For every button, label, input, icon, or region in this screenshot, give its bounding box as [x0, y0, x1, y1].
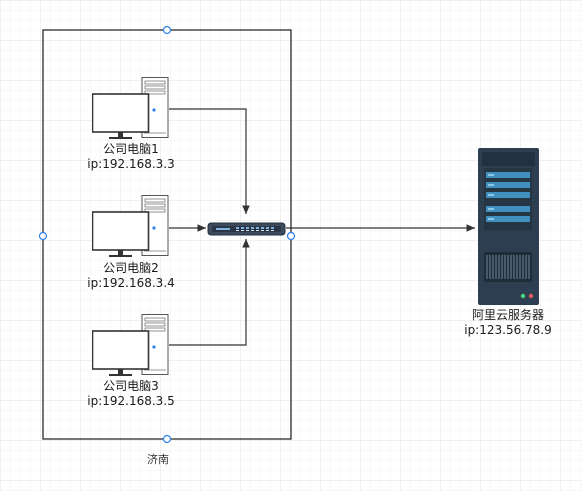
- network-switch-icon: [207, 222, 286, 236]
- server-label: 阿里云服务器 ip:123.56.78.9: [443, 308, 573, 338]
- switch-node[interactable]: [207, 222, 286, 236]
- server-ip: ip:123.56.78.9: [464, 323, 552, 337]
- computer-label-3: 公司电脑3 ip:192.168.3.5: [66, 379, 196, 409]
- computer-ip-2: ip:192.168.3.4: [87, 276, 175, 290]
- computer-label-1: 公司电脑1 ip:192.168.3.3: [66, 142, 196, 172]
- diagram-canvas: [0, 0, 582, 491]
- container-handle-top[interactable]: [162, 25, 172, 35]
- server-name: 阿里云服务器: [471, 308, 544, 322]
- server-rack-icon: [478, 148, 539, 305]
- container-handle-left[interactable]: [38, 231, 48, 241]
- computer-name-3: 公司电脑3: [103, 379, 159, 393]
- server-node[interactable]: [478, 148, 539, 305]
- computer-ip-1: ip:192.168.3.3: [87, 157, 175, 171]
- container-handle-right[interactable]: [286, 231, 296, 241]
- computer-ip-3: ip:192.168.3.5: [87, 394, 175, 408]
- container-handle-bottom[interactable]: [162, 434, 172, 444]
- region-label: 济南: [147, 453, 169, 466]
- computer-name-1: 公司电脑1: [103, 142, 159, 156]
- computer-label-2: 公司电脑2 ip:192.168.3.4: [66, 261, 196, 291]
- computer-name-2: 公司电脑2: [103, 261, 159, 275]
